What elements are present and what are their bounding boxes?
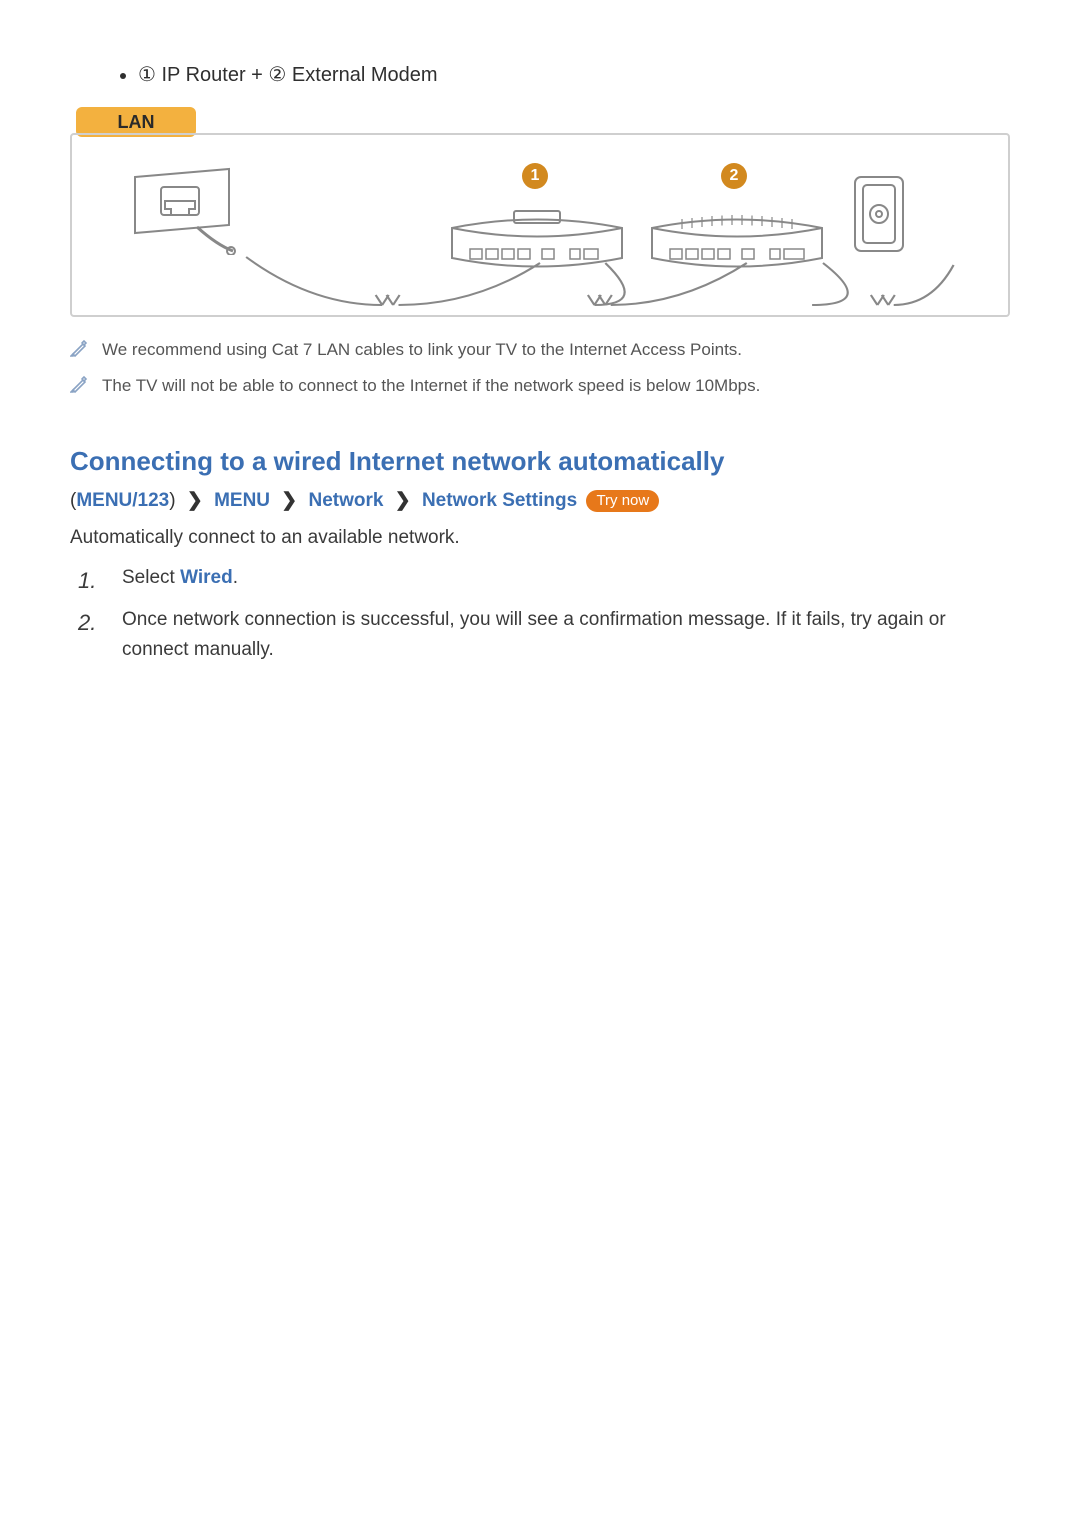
config-bullet-item: ① IP Router + ② External Modem <box>138 62 1010 87</box>
callout-2: 2 <box>721 163 747 189</box>
step-1-suffix: . <box>233 567 238 588</box>
bc-network-settings[interactable]: Network Settings <box>422 490 577 511</box>
note-1: We recommend using Cat 7 LAN cables to l… <box>70 337 1010 363</box>
step-1: Select Wired. <box>110 563 1010 593</box>
intro-text: Automatically connect to an available ne… <box>70 524 1010 553</box>
bullet-text-1: IP Router + <box>156 64 268 86</box>
note-1-text: We recommend using Cat 7 LAN cables to l… <box>102 337 742 363</box>
cable-lines-icon <box>72 255 1008 315</box>
note-2: The TV will not be able to connect to th… <box>70 373 1010 399</box>
bc-menu123[interactable]: MENU/123 <box>76 490 169 511</box>
chevron-right-icon: ❯ <box>181 489 209 512</box>
circled-2: ② <box>268 62 286 87</box>
chevron-right-icon: ❯ <box>275 489 303 512</box>
menu-breadcrumb: (MENU/123) ❯ MENU ❯ Network ❯ Network Se… <box>70 489 1010 512</box>
chevron-right-icon: ❯ <box>389 489 417 512</box>
step-2: Once network connection is successful, y… <box>110 605 1010 666</box>
pencil-icon <box>70 339 88 357</box>
bc-paren-close: ) <box>169 490 175 511</box>
steps-list: Select Wired. Once network connection is… <box>70 563 1010 666</box>
note-2-text: The TV will not be able to connect to th… <box>102 373 760 399</box>
step-1-prefix: Select <box>122 567 180 588</box>
bc-network[interactable]: Network <box>309 490 384 511</box>
step-1-keyword: Wired <box>180 567 233 588</box>
callout-1: 1 <box>522 163 548 189</box>
config-bullet-list: ① IP Router + ② External Modem <box>70 62 1010 87</box>
try-now-pill[interactable]: Try now <box>586 490 659 512</box>
wall-jack-icon <box>852 174 906 254</box>
circled-1: ① <box>138 62 156 87</box>
pencil-icon <box>70 375 88 393</box>
lan-diagram: LAN <box>70 107 1010 317</box>
page: ① IP Router + ② External Modem LAN <box>0 0 1080 1527</box>
bc-menu[interactable]: MENU <box>214 490 270 511</box>
tv-lan-port-icon <box>127 165 237 255</box>
section-heading: Connecting to a wired Internet network a… <box>70 446 1010 477</box>
bullet-text-2: External Modem <box>286 64 437 86</box>
diagram-box: 1 2 <box>70 133 1010 317</box>
